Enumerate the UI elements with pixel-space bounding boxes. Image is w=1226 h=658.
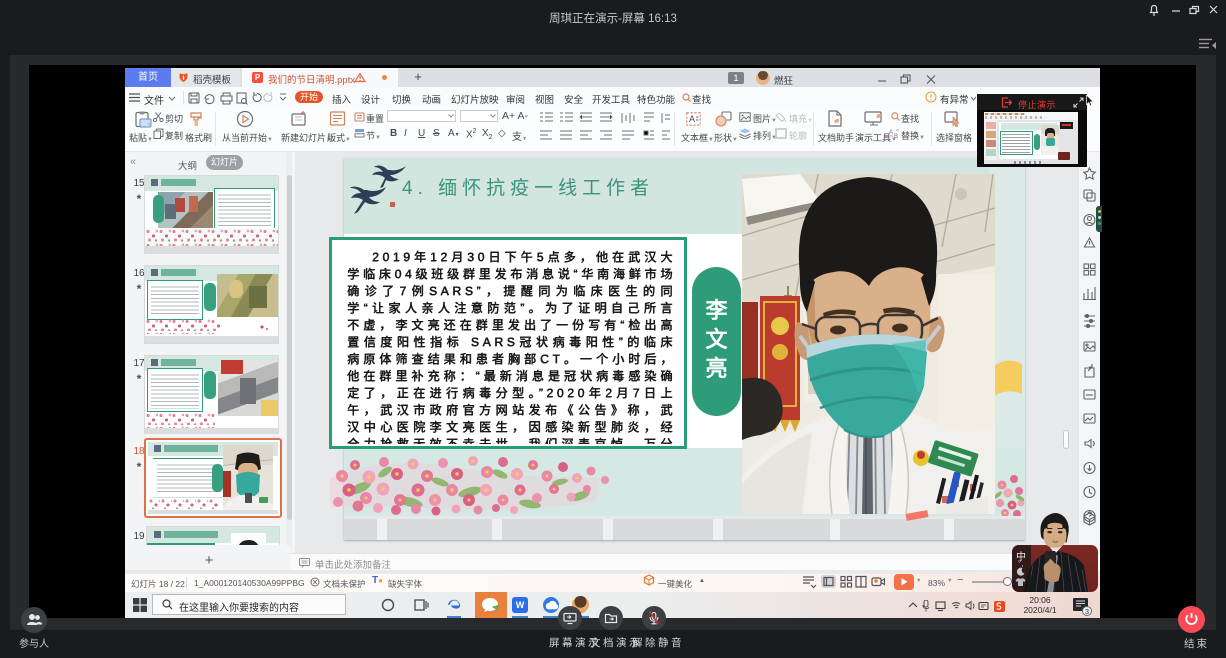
svg-text:A: A xyxy=(889,130,893,136)
svg-text:B: B xyxy=(894,134,898,139)
svg-text:A: A xyxy=(689,114,695,124)
